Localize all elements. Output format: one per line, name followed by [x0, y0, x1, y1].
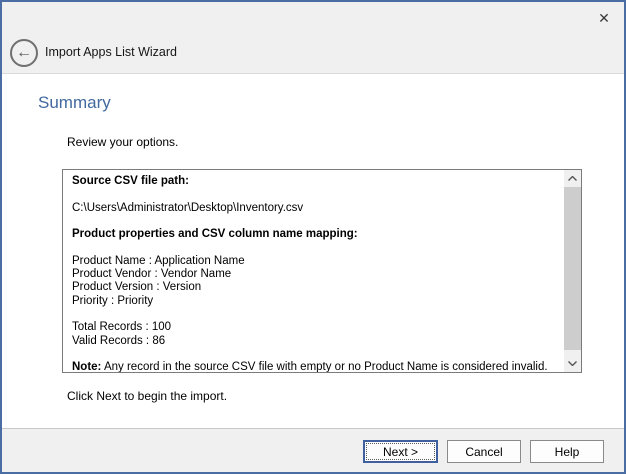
cancel-button[interactable]: Cancel — [447, 440, 521, 463]
summary-line — [72, 188, 560, 201]
back-button[interactable]: ← — [10, 39, 38, 67]
summary-line: Product Vendor : Vendor Name — [72, 268, 560, 281]
click-next-text: Click Next to begin the import. — [67, 389, 227, 403]
summary-line: C:\Users\Administrator\Desktop\Inventory… — [72, 202, 560, 215]
summary-textbox[interactable]: Source CSV file path: C:\Users\Administr… — [62, 169, 582, 373]
help-button[interactable]: Help — [530, 440, 604, 463]
summary-line: Product properties and CSV column name m… — [72, 228, 560, 241]
scrollbar-down-button[interactable] — [564, 355, 581, 372]
chevron-up-icon — [568, 176, 577, 181]
summary-line: Source CSV file path: — [72, 175, 560, 188]
summary-line — [72, 215, 560, 228]
back-arrow-icon: ← — [16, 45, 32, 61]
summary-line: Product Version : Version — [72, 281, 560, 294]
summary-line: Total Records : 100 — [72, 321, 560, 334]
button-bar: Next > Cancel Help — [0, 429, 626, 474]
scrollbar-thumb[interactable] — [564, 187, 581, 350]
summary-line: Product Name : Application Name — [72, 255, 560, 268]
wizard-title: Import Apps List Wizard — [45, 45, 177, 59]
summary-line: Valid Records : 86 — [72, 335, 560, 348]
summary-line: Priority : Priority — [72, 295, 560, 308]
summary-line — [72, 348, 560, 361]
chevron-down-icon — [568, 361, 577, 366]
next-button[interactable]: Next > — [363, 440, 438, 463]
page-title: Summary — [38, 93, 111, 113]
instruction-text: Review your options. — [67, 135, 178, 149]
close-icon[interactable]: ✕ — [591, 5, 617, 31]
summary-line — [72, 308, 560, 321]
import-wizard-dialog: ✕ ← Import Apps List Wizard Summary Revi… — [0, 0, 626, 474]
wizard-header: ✕ ← Import Apps List Wizard — [0, 0, 626, 74]
vertical-scrollbar[interactable] — [564, 170, 581, 372]
scrollbar-up-button[interactable] — [564, 170, 581, 187]
summary-line — [72, 241, 560, 254]
summary-textbox-content: Source CSV file path: C:\Users\Administr… — [63, 170, 564, 372]
summary-line: Note: Any record in the source CSV file … — [72, 361, 560, 372]
